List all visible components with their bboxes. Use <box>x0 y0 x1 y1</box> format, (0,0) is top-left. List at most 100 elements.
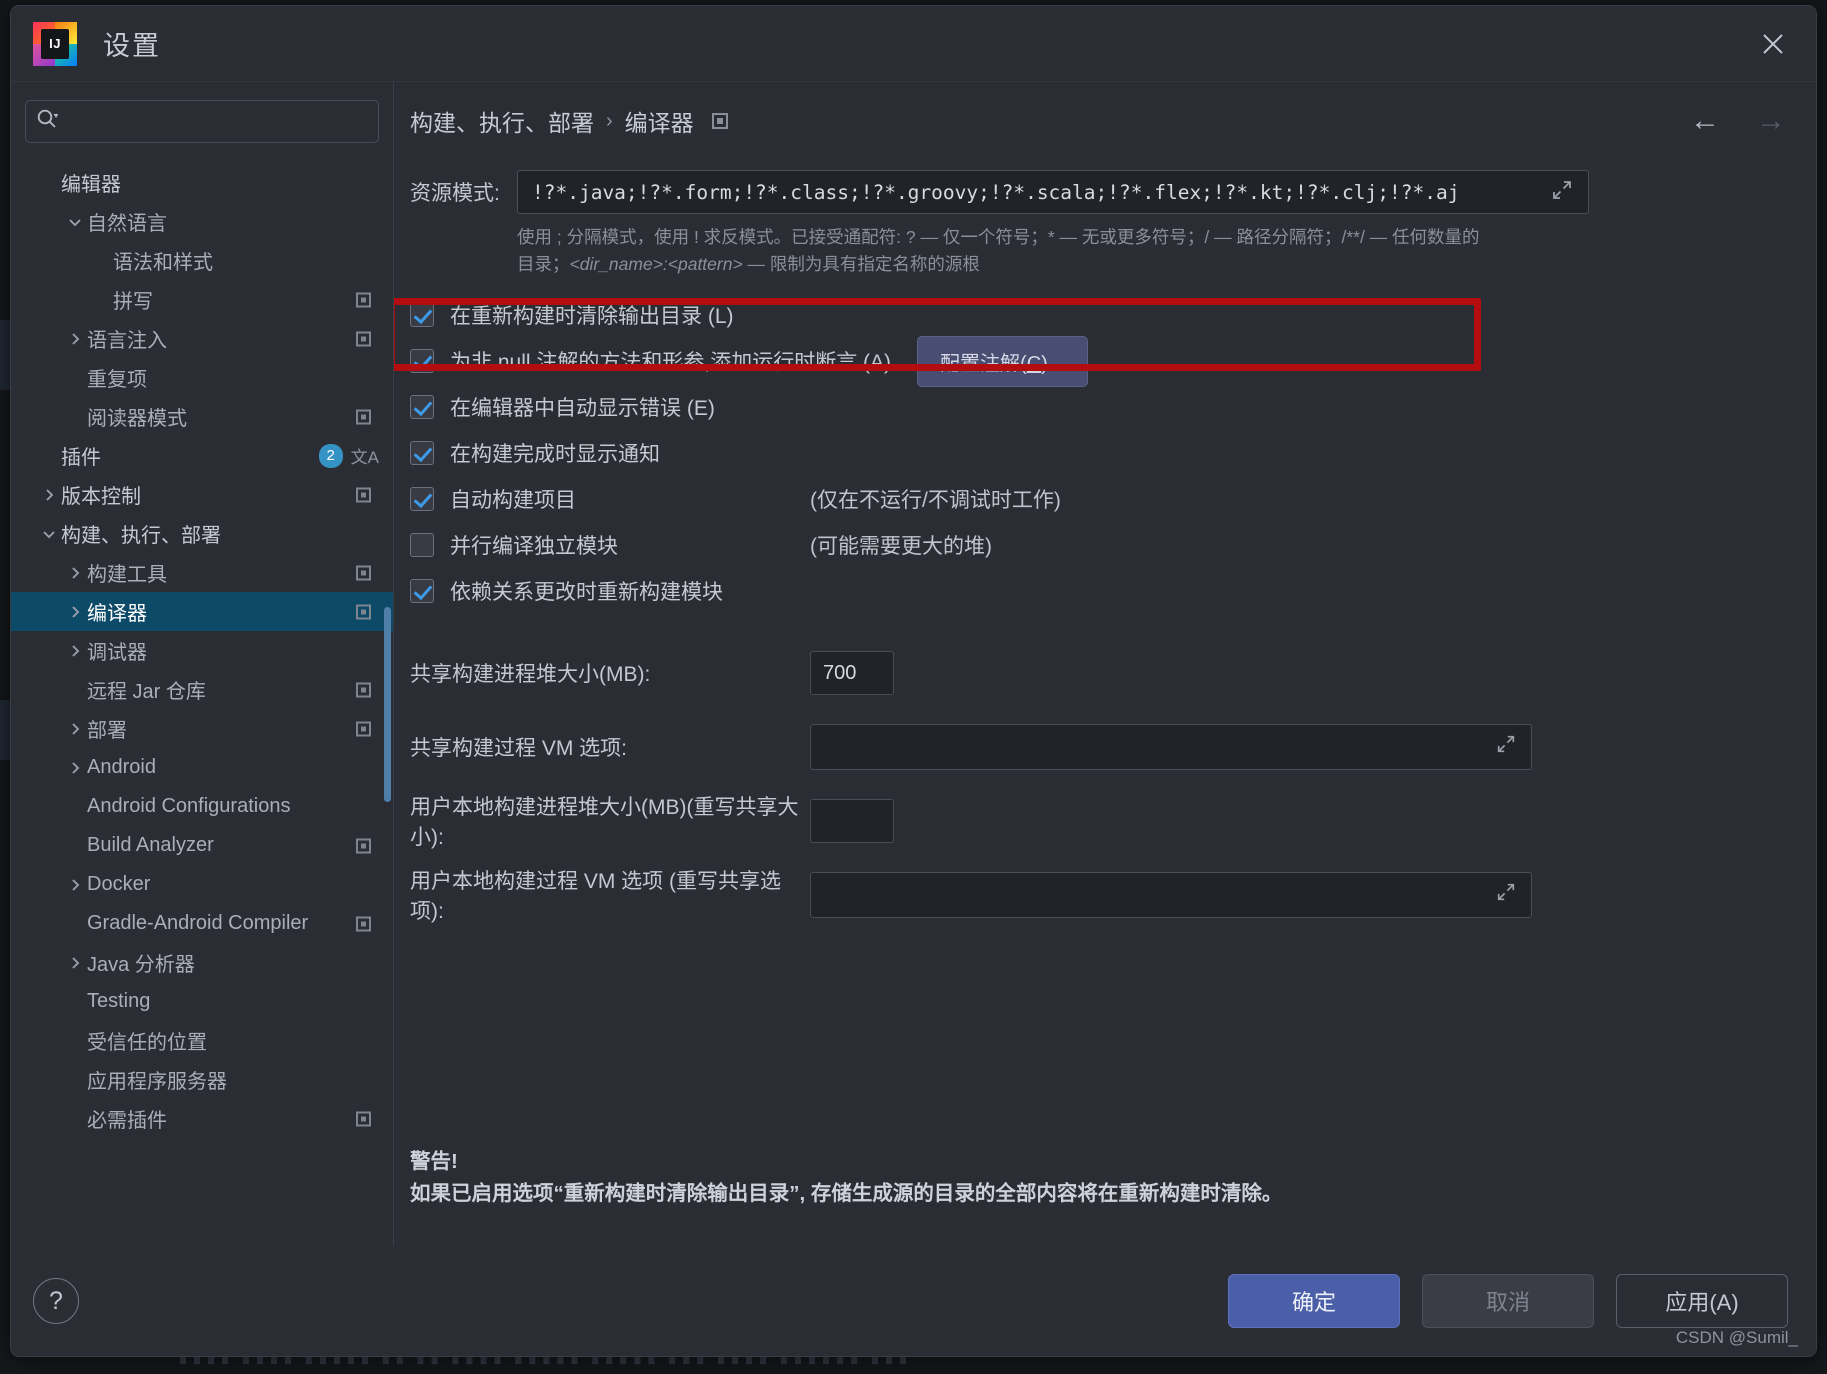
chevron-right-icon[interactable] <box>63 604 87 620</box>
sidebar-item-20[interactable]: Java 分析器 <box>11 943 393 982</box>
chevron-right-icon[interactable] <box>63 877 87 893</box>
checkbox-row-3[interactable]: 在构建完成时显示通知 <box>410 430 1786 476</box>
checkbox-row-6[interactable]: 依赖关系更改时重新构建模块 <box>410 568 1786 614</box>
field-row-1: 共享构建过程 VM 选项: <box>410 710 1786 784</box>
sidebar-scrollbar[interactable] <box>384 607 391 802</box>
checkbox-6[interactable] <box>410 579 434 604</box>
sidebar-item-9[interactable]: 构建、执行、部署 <box>11 514 393 553</box>
desktop-background: ▌▌▌▌ ▌▌▌▌ ▌▌▌▌▌ ▌▌ ▌▌ ▌▌▌▌ ▌▌▌▌▌ ▌▌▌▌▌ ▌… <box>0 0 1827 1374</box>
chevron-right-icon[interactable] <box>63 721 87 737</box>
chevron-down-icon[interactable] <box>63 214 87 230</box>
bg-streak <box>0 700 10 760</box>
breadcrumb-separator: › <box>606 109 613 132</box>
checkbox-row-4[interactable]: 自动构建项目 (仅在不运行/不调试时工作) <box>410 476 1786 522</box>
sidebar-item-13[interactable]: 远程 Jar 仓库 <box>11 670 393 709</box>
checkbox-hint: (仅在不运行/不调试时工作) <box>810 489 1061 513</box>
sidebar-item-3[interactable]: 拼写 <box>11 280 393 319</box>
sidebar-item-12[interactable]: 调试器 <box>11 631 393 670</box>
sidebar-item-label: Docker <box>87 873 151 895</box>
sidebar-item-6[interactable]: 阅读器模式 <box>11 397 393 436</box>
sidebar-item-19[interactable]: Gradle-Android Compiler <box>11 904 393 943</box>
sidebar-item-11[interactable]: 编译器 <box>11 592 393 631</box>
sidebar-item-label: 部署 <box>87 720 127 742</box>
sidebar-item-14[interactable]: 部署 <box>11 709 393 748</box>
back-arrow-icon[interactable]: ← <box>1690 106 1720 136</box>
sidebar-item-4[interactable]: 语言注入 <box>11 319 393 358</box>
sidebar-item-15[interactable]: Android <box>11 748 393 787</box>
help-line-1: 使用 ; 分隔模式，使用 ! 求反模式。已接受通配符: ? — 仅一个符号；* … <box>517 227 1480 247</box>
breadcrumb-parent[interactable]: 构建、执行、部署 <box>410 104 594 138</box>
sidebar-item-18[interactable]: Docker <box>11 865 393 904</box>
chevron-right-icon[interactable] <box>63 331 87 347</box>
sidebar-item-21[interactable]: Testing <box>11 982 393 1021</box>
warning-text: 如果已启用选项“重新构建时清除输出目录”, 存储生成源的目录的全部内容将在重新构… <box>410 1182 1283 1206</box>
configure-annotations-button[interactable]: 配置注解(C)... <box>917 335 1088 387</box>
sidebar-item-16[interactable]: Android Configurations <box>11 787 393 826</box>
checkbox-1[interactable] <box>410 349 434 374</box>
sidebar-item-label: 语言注入 <box>87 330 167 352</box>
sidebar-item-10[interactable]: 构建工具 <box>11 553 393 592</box>
sidebar-item-8[interactable]: 版本控制 <box>11 475 393 514</box>
resource-pattern-label: 资源模式: <box>410 182 500 205</box>
sidebar-item-label: 重复项 <box>87 369 147 391</box>
checkbox-label: 在重新构建时清除输出目录 (L) <box>450 305 734 329</box>
checkbox-2[interactable] <box>410 395 434 420</box>
sidebar-item-5[interactable]: 重复项 <box>11 358 393 397</box>
field-label: 用户本地构建进程堆大小(MB)(重写共享大小): <box>410 796 799 850</box>
sidebar-item-23[interactable]: 应用程序服务器 <box>11 1060 393 1099</box>
sidebar-item-0[interactable]: 编辑器 <box>11 163 393 202</box>
intellij-logo-icon: IJ <box>33 21 77 66</box>
checkbox-0[interactable] <box>410 303 434 328</box>
warning-block: 警告! 如果已启用选项“重新构建时清除输出目录”, 存储生成源的目录的全部内容将… <box>410 1146 1282 1210</box>
sidebar-item-1[interactable]: 自然语言 <box>11 202 393 241</box>
checkbox-row-1[interactable]: 为非 null 注解的方法和形参,添加运行时断言 (A) 配置注解(C)... <box>410 335 1786 387</box>
settings-main-panel: 构建、执行、部署 › 编译器 ← → 资源模式: !?*.java;!?*.fo… <box>394 82 1816 1246</box>
sidebar-item-label: 应用程序服务器 <box>87 1071 227 1093</box>
chevron-right-icon[interactable] <box>63 565 87 581</box>
apply-button[interactable]: 应用(A) <box>1616 1274 1788 1328</box>
search-input[interactable] <box>64 111 368 132</box>
chevron-right-icon[interactable] <box>63 760 87 776</box>
forward-arrow-icon[interactable]: → <box>1756 106 1786 136</box>
field-label: 共享构建进程堆大小(MB): <box>410 663 651 687</box>
field-input-3[interactable] <box>810 872 1532 919</box>
compiler-fields: 共享构建进程堆大小(MB): 700 共享构建过程 VM 选项: 用户本地构建进程堆大… <box>410 636 1786 932</box>
resource-pattern-input[interactable]: !?*.java;!?*.form;!?*.class;!?*.groovy;!… <box>517 170 1589 214</box>
field-input-1[interactable] <box>810 724 1532 771</box>
settings-dialog: IJ 设置 编辑器 自然语言 语法和样式 拼写 语言注入 重复项 阅读器模式 插… <box>10 5 1817 1357</box>
checkbox-3[interactable] <box>410 441 434 466</box>
expand-icon[interactable] <box>1481 733 1517 761</box>
translate-icon[interactable]: 文A <box>351 443 379 468</box>
chevron-right-icon[interactable] <box>63 643 87 659</box>
help-button[interactable]: ? <box>33 1278 79 1324</box>
sidebar-item-2[interactable]: 语法和样式 <box>11 241 393 280</box>
config-square-icon <box>356 292 371 307</box>
expand-icon[interactable] <box>1481 881 1517 909</box>
settings-tree[interactable]: 编辑器 自然语言 语法和样式 拼写语言注入重复项阅读器模式 插件 2 文A 版本控制构建、执行… <box>11 153 393 1246</box>
sidebar-item-7[interactable]: 插件 2 文A <box>11 436 393 475</box>
field-input-0[interactable]: 700 <box>810 651 894 696</box>
chevron-right-icon[interactable] <box>63 955 87 971</box>
chevron-right-icon[interactable] <box>37 487 61 503</box>
checkbox-4[interactable] <box>410 487 434 512</box>
sidebar-item-24[interactable]: 必需插件 <box>11 1099 393 1138</box>
checkbox-5[interactable] <box>410 533 434 558</box>
checkbox-row-5[interactable]: 并行编译独立模块 (可能需要更大的堆) <box>410 522 1786 568</box>
cancel-button[interactable]: 取消 <box>1422 1274 1594 1328</box>
close-icon[interactable] <box>1756 27 1790 61</box>
logo-inner-text: IJ <box>41 28 69 59</box>
ok-button[interactable]: 确定 <box>1228 1274 1400 1328</box>
sidebar-item-17[interactable]: Build Analyzer <box>11 826 393 865</box>
sidebar-item-22[interactable]: 受信任的位置 <box>11 1021 393 1060</box>
checkbox-row-2[interactable]: 在编辑器中自动显示错误 (E) <box>410 384 1786 430</box>
sidebar-item-label: 插件 <box>61 447 101 469</box>
field-input-2[interactable] <box>810 799 894 844</box>
chevron-down-icon[interactable] <box>37 526 61 542</box>
help-line-2-italic: <dir_name>:<pattern> <box>569 254 743 275</box>
expand-icon[interactable] <box>1536 178 1574 207</box>
sidebar-item-label: 构建、执行、部署 <box>61 525 221 547</box>
search-box[interactable] <box>25 100 379 143</box>
window-title: 设置 <box>103 31 161 61</box>
checkbox-row-0[interactable]: 在重新构建时清除输出目录 (L) <box>410 292 1786 338</box>
sidebar-item-label: 必需插件 <box>87 1110 167 1132</box>
